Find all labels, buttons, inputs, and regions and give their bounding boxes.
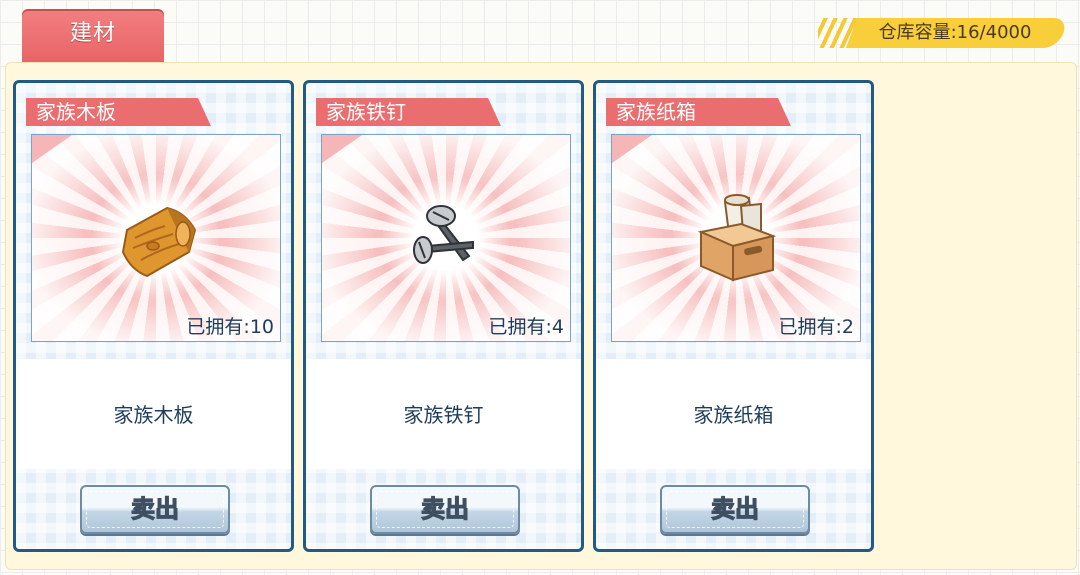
owned-label: 已拥有: bbox=[778, 316, 842, 338]
item-card-iron-nail: 家族铁钉 已拥有:4 家族铁钉 卖出 bbox=[303, 80, 584, 552]
owned-label: 已拥有: bbox=[186, 316, 250, 338]
item-name: 家族铁钉 bbox=[403, 403, 484, 427]
item-image-frame: 已拥有:4 bbox=[321, 134, 571, 342]
owned-label: 已拥有: bbox=[488, 316, 552, 338]
item-ribbon: 家族木板 bbox=[26, 98, 211, 126]
sell-button[interactable]: 卖出 bbox=[80, 485, 230, 534]
owned-count: 已拥有:4 bbox=[489, 312, 565, 339]
warehouse-capacity-badge: 仓库容量:16/4000 bbox=[818, 18, 1069, 48]
owned-count: 已拥有:2 bbox=[779, 312, 855, 339]
sell-button[interactable]: 卖出 bbox=[660, 485, 810, 534]
iron-nail-icon bbox=[413, 205, 474, 264]
item-card-wood-plank: 家族木板 已拥有:10 家族木板 卖出 bbox=[13, 80, 294, 552]
item-ribbon: 家族铁钉 bbox=[316, 98, 501, 126]
item-name: 家族纸箱 bbox=[693, 403, 774, 427]
item-ribbon: 家族纸箱 bbox=[606, 98, 791, 126]
item-name-area: 家族铁钉 bbox=[306, 359, 581, 469]
sell-button[interactable]: 卖出 bbox=[370, 485, 520, 534]
tab-building-materials[interactable]: 建材 bbox=[22, 9, 164, 63]
owned-number: 4 bbox=[551, 316, 564, 338]
item-card-paper-box: 家族纸箱 已拥有:2 家族纸箱 卖出 bbox=[593, 80, 874, 552]
item-image-frame: 已拥有:2 bbox=[611, 134, 861, 342]
item-name-area: 家族木板 bbox=[16, 359, 291, 469]
paper-box-icon bbox=[697, 194, 777, 282]
wood-plank-icon bbox=[121, 206, 197, 278]
item-name-area: 家族纸箱 bbox=[596, 359, 871, 469]
capacity-text: 仓库容量:16/4000 bbox=[878, 22, 1032, 43]
item-image-frame: 已拥有:10 bbox=[31, 134, 281, 342]
owned-number: 10 bbox=[249, 316, 274, 338]
item-name: 家族木板 bbox=[113, 403, 194, 427]
owned-count: 已拥有:10 bbox=[186, 312, 274, 339]
owned-number: 2 bbox=[841, 316, 854, 338]
